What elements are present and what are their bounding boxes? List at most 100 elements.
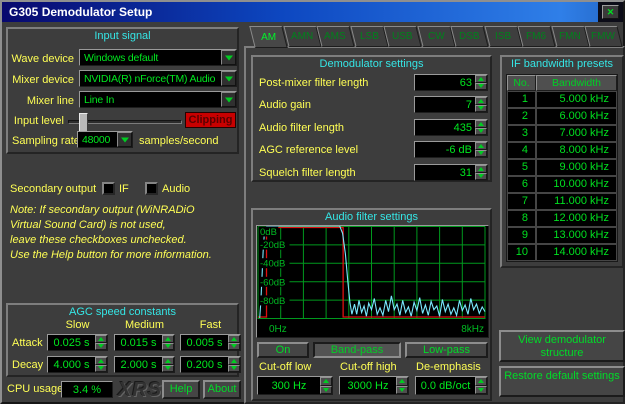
table-cell[interactable]: 5 xyxy=(507,159,536,176)
spinner-down-icon[interactable] xyxy=(228,342,240,350)
tab-am[interactable]: AM xyxy=(249,26,288,48)
spinner-up-icon[interactable] xyxy=(475,142,487,150)
tab-amn[interactable]: AMN xyxy=(282,26,321,47)
agc-decay-fast-field[interactable]: 0.200 s xyxy=(180,356,241,373)
spinner-down-icon[interactable] xyxy=(475,172,487,180)
help-button[interactable]: Help xyxy=(162,380,200,399)
spinner-up-icon[interactable] xyxy=(320,377,332,386)
spinner-up-icon[interactable] xyxy=(95,335,107,343)
spinner[interactable] xyxy=(95,335,107,350)
tab-fmn[interactable]: FMN xyxy=(551,26,590,47)
about-button[interactable]: About xyxy=(203,380,241,399)
spinner-down-icon[interactable] xyxy=(475,127,487,135)
cutoff-high-field[interactable]: 3000 Hz xyxy=(339,376,409,395)
squelch-filter-length-field[interactable]: 31 xyxy=(414,164,488,181)
chevron-down-icon[interactable] xyxy=(117,132,132,147)
spinner[interactable] xyxy=(162,357,174,372)
spinner-down-icon[interactable] xyxy=(95,342,107,350)
chevron-down-icon[interactable] xyxy=(221,71,236,86)
spinner-up-icon[interactable] xyxy=(475,120,487,128)
spinner-down-icon[interactable] xyxy=(162,342,174,350)
spinner[interactable] xyxy=(162,335,174,350)
table-cell[interactable]: 10 xyxy=(507,244,536,261)
spinner-up-icon[interactable] xyxy=(475,377,487,386)
table-cell[interactable]: 7 xyxy=(507,193,536,210)
band-pass-button[interactable]: Band-pass xyxy=(313,342,401,358)
tab-isb[interactable]: ISB xyxy=(484,26,522,47)
spinner[interactable] xyxy=(475,142,487,157)
title-bar[interactable]: G305 Demodulator Setup ✕ xyxy=(2,2,623,22)
table-cell[interactable]: 6.000 kHz xyxy=(536,108,617,125)
agc-attack-medium-field[interactable]: 0.015 s xyxy=(114,334,175,351)
spinner[interactable] xyxy=(475,120,487,135)
table-cell[interactable]: 1 xyxy=(507,91,536,108)
spinner[interactable] xyxy=(475,165,487,180)
agc-decay-slow-field[interactable]: 4.000 s xyxy=(47,356,108,373)
table-cell[interactable]: 2 xyxy=(507,108,536,125)
spinner-up-icon[interactable] xyxy=(475,165,487,173)
tab-usb[interactable]: USB xyxy=(383,26,422,47)
col-header-no[interactable]: No. xyxy=(507,75,536,91)
wave-device-select[interactable]: Windows default xyxy=(79,49,237,66)
spinner-up-icon[interactable] xyxy=(396,377,408,386)
table-cell[interactable]: 12.000 kHz xyxy=(536,210,617,227)
spinner-up-icon[interactable] xyxy=(228,335,240,343)
agc-attack-slow-field[interactable]: 0.025 s xyxy=(47,334,108,351)
spinner-up-icon[interactable] xyxy=(475,75,487,83)
table-cell[interactable]: 5.000 kHz xyxy=(536,91,617,108)
spinner-down-icon[interactable] xyxy=(228,364,240,372)
view-demodulator-structure-button[interactable]: View demodulator structure xyxy=(499,330,625,362)
tab-fm6[interactable]: FM6 xyxy=(517,26,556,47)
spinner[interactable] xyxy=(320,377,332,394)
spinner-up-icon[interactable] xyxy=(475,97,487,105)
table-cell[interactable]: 8.000 kHz xyxy=(536,142,617,159)
spinner-up-icon[interactable] xyxy=(162,357,174,365)
agc-reference-level-field[interactable]: -6 dB xyxy=(414,141,488,158)
chevron-down-icon[interactable] xyxy=(221,50,236,65)
table-cell[interactable]: 13.000 kHz xyxy=(536,227,617,244)
spinner-down-icon[interactable] xyxy=(475,82,487,90)
audio-checkbox[interactable] xyxy=(145,182,158,195)
table-cell[interactable]: 10.000 kHz xyxy=(536,176,617,193)
table-cell[interactable]: 6 xyxy=(507,176,536,193)
col-header-bandwidth[interactable]: Bandwidth xyxy=(536,75,617,91)
low-pass-button[interactable]: Low-pass xyxy=(405,342,488,358)
deemphasis-field[interactable]: 0.0 dB/oct xyxy=(415,376,488,395)
restore-default-settings-button[interactable]: Restore default settings xyxy=(499,366,625,397)
spinner[interactable] xyxy=(475,377,487,394)
spinner-up-icon[interactable] xyxy=(95,357,107,365)
table-cell[interactable]: 3 xyxy=(507,125,536,142)
table-cell[interactable]: 9 xyxy=(507,227,536,244)
table-cell[interactable]: 11.000 kHz xyxy=(536,193,617,210)
chevron-down-icon[interactable] xyxy=(221,92,236,107)
tab-dsb[interactable]: DSB xyxy=(450,26,489,47)
table-cell[interactable]: 8 xyxy=(507,210,536,227)
spinner-up-icon[interactable] xyxy=(228,357,240,365)
spinner[interactable] xyxy=(475,75,487,90)
spinner-up-icon[interactable] xyxy=(162,335,174,343)
input-level-thumb[interactable] xyxy=(79,113,89,132)
spinner[interactable] xyxy=(95,357,107,372)
tab-cw[interactable]: CW xyxy=(417,26,455,47)
if-checkbox[interactable] xyxy=(102,182,115,195)
tab-fmw[interactable]: FMW xyxy=(584,26,623,47)
spinner[interactable] xyxy=(396,377,408,394)
audio-filter-length-field[interactable]: 435 xyxy=(414,119,488,136)
close-button[interactable]: ✕ xyxy=(602,5,619,19)
spinner-down-icon[interactable] xyxy=(475,149,487,157)
spinner-down-icon[interactable] xyxy=(475,104,487,112)
sampling-rate-select[interactable]: 48000 xyxy=(77,131,133,148)
mixer-device-select[interactable]: NVIDIA(R) nForce(TM) Audio xyxy=(79,70,237,87)
table-cell[interactable]: 9.000 kHz xyxy=(536,159,617,176)
spinner-down-icon[interactable] xyxy=(95,364,107,372)
spinner-down-icon[interactable] xyxy=(162,364,174,372)
spinner[interactable] xyxy=(228,335,240,350)
agc-decay-medium-field[interactable]: 2.000 s xyxy=(114,356,175,373)
spinner-down-icon[interactable] xyxy=(475,385,487,394)
mixer-line-select[interactable]: Line In xyxy=(79,91,237,108)
tab-ams[interactable]: AMS xyxy=(316,26,355,47)
agc-attack-fast-field[interactable]: 0.005 s xyxy=(180,334,241,351)
cutoff-low-field[interactable]: 300 Hz xyxy=(257,376,333,395)
table-cell[interactable]: 4 xyxy=(507,142,536,159)
tab-lsb[interactable]: LSB xyxy=(350,26,388,47)
